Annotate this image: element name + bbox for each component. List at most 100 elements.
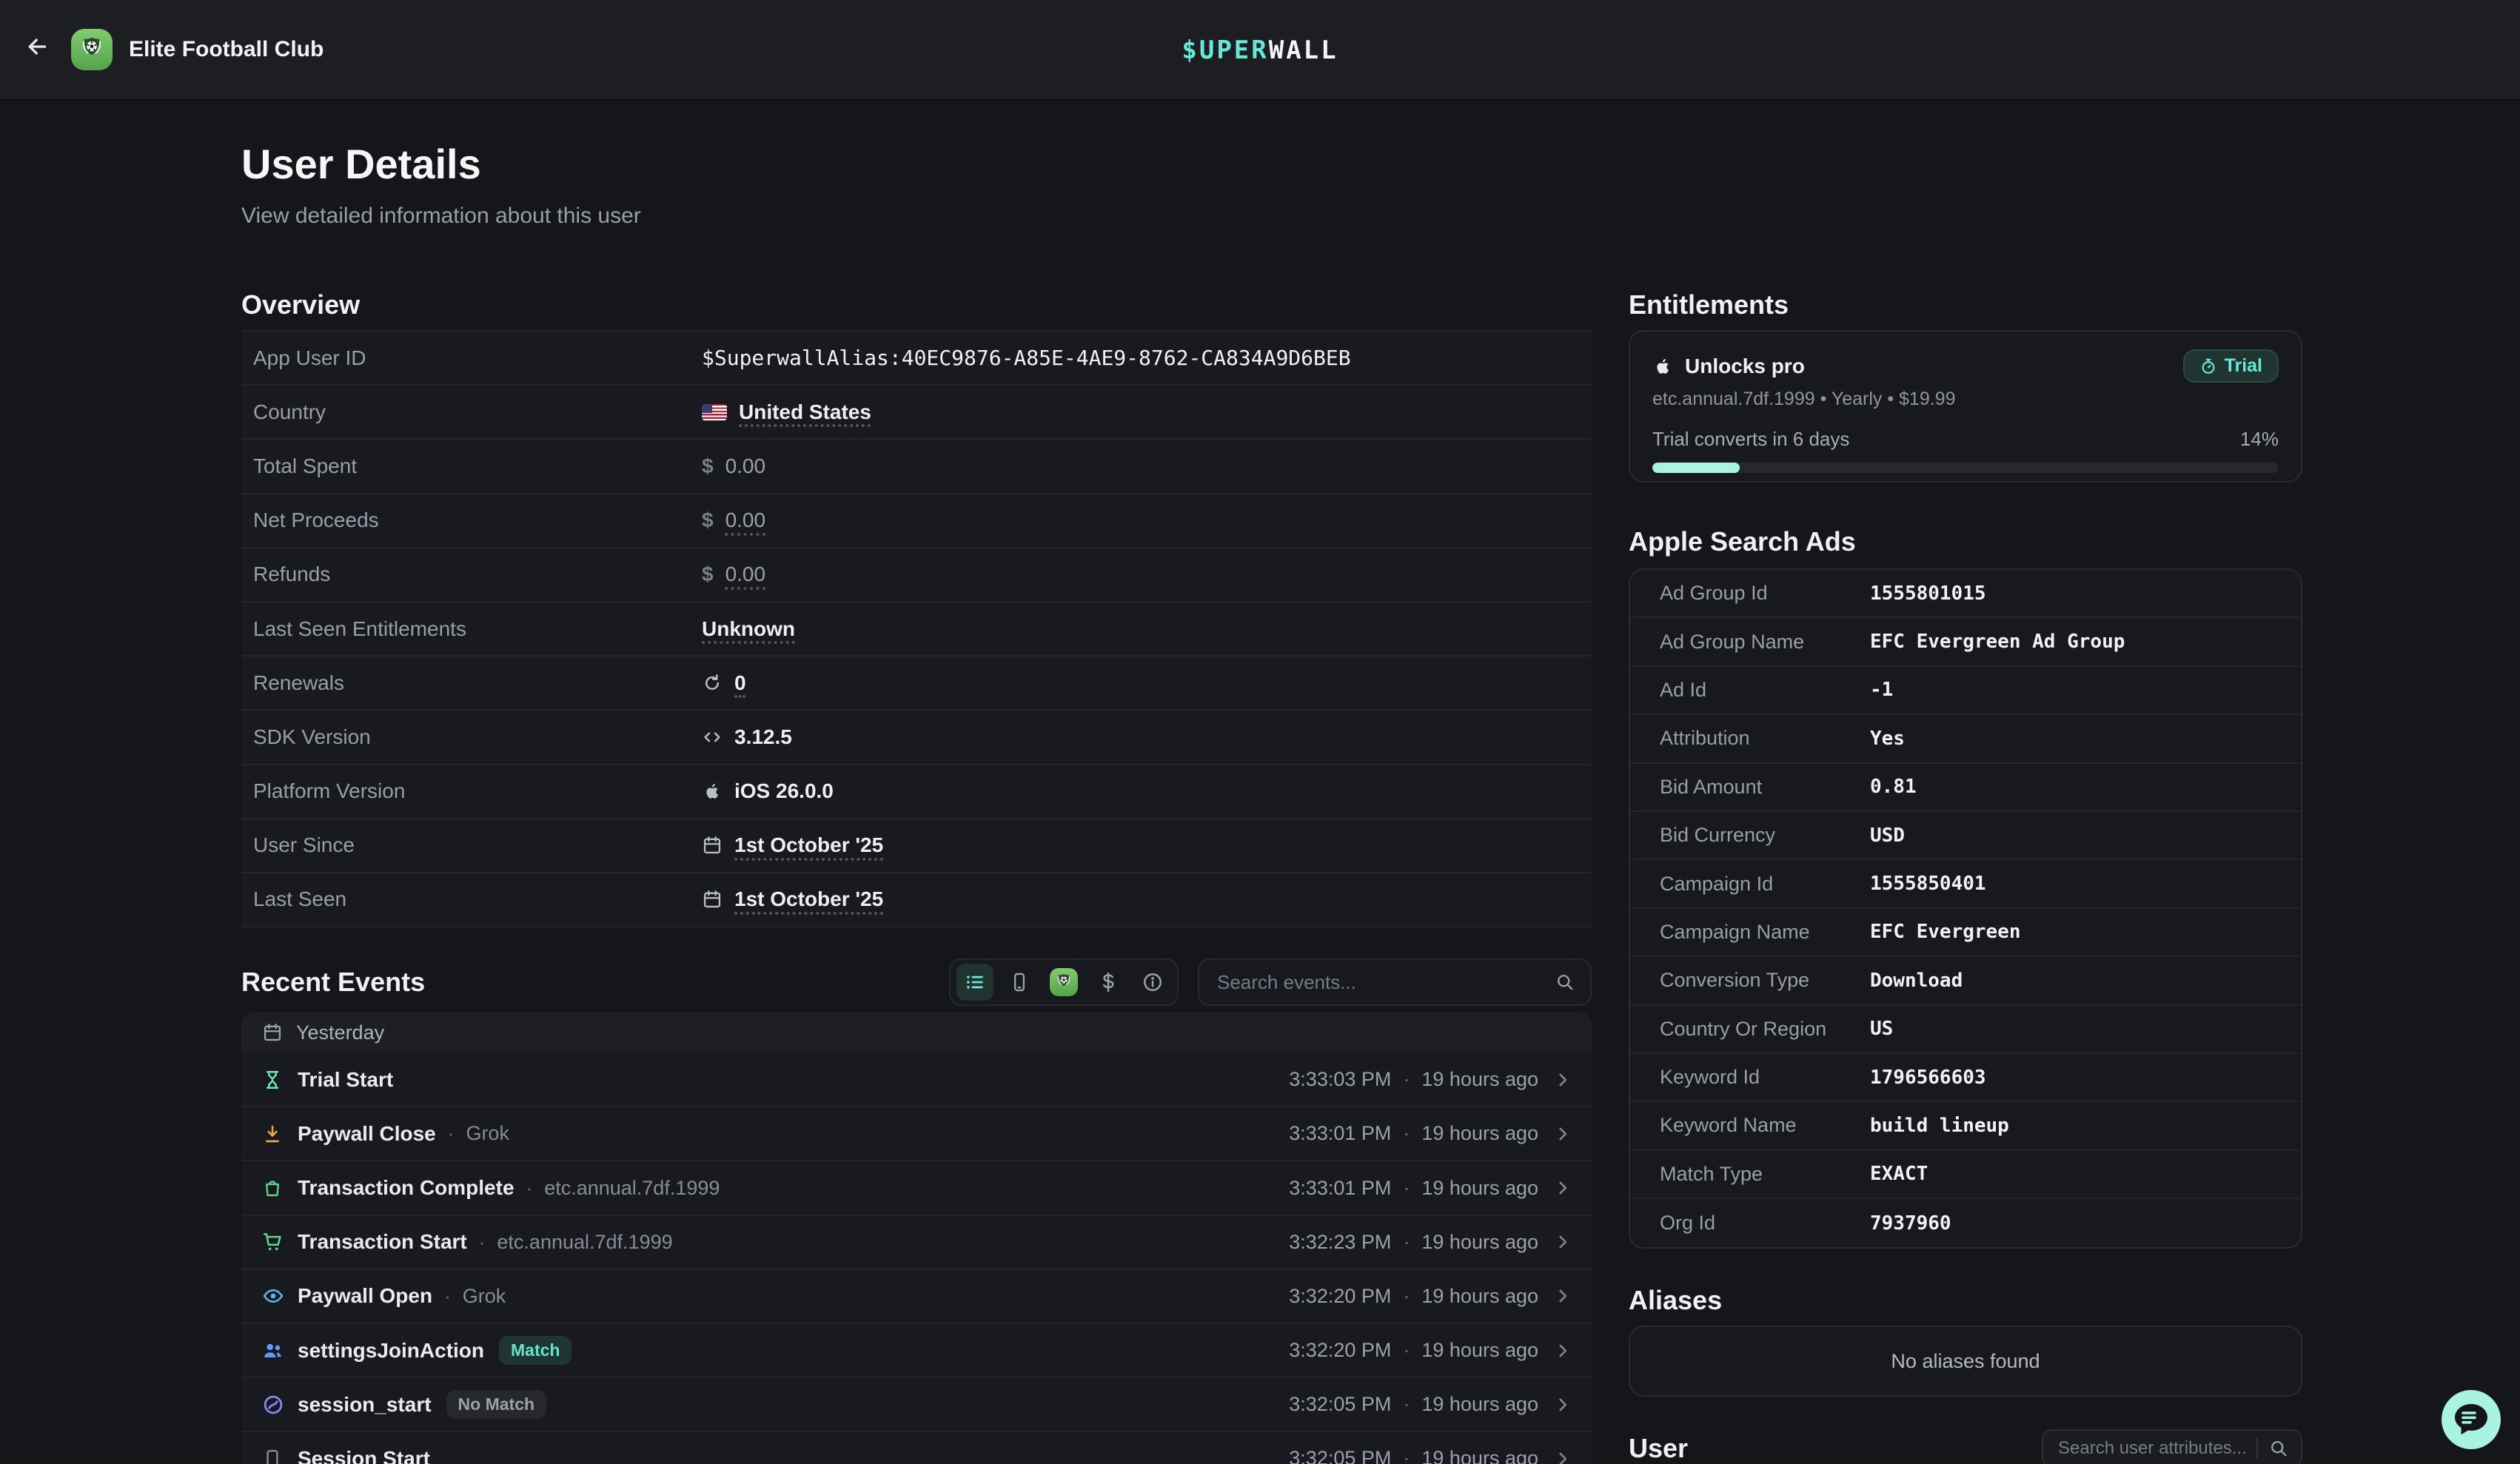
table-row: AttributionYes bbox=[1630, 715, 2301, 763]
row-label: Attribution bbox=[1660, 727, 1870, 750]
row-label: Match Type bbox=[1660, 1163, 1870, 1186]
row-label: SDK Version bbox=[253, 725, 702, 749]
row-value-text[interactable]: United States bbox=[739, 400, 871, 424]
chevron-right-icon bbox=[1553, 1341, 1572, 1360]
row-value: build lineup bbox=[1870, 1115, 2009, 1137]
chevron-right-icon bbox=[1553, 1395, 1572, 1414]
event-row[interactable]: Paywall Close·Grok3:33:01 PM·19 hours ag… bbox=[241, 1107, 1592, 1161]
event-row[interactable]: Transaction Start·etc.annual.7df.19993:3… bbox=[241, 1216, 1592, 1270]
event-detail: etc.annual.7df.1999 bbox=[544, 1177, 720, 1200]
overview-heading: Overview bbox=[241, 289, 1592, 321]
event-name: Paywall Close bbox=[298, 1122, 436, 1146]
row-value-text[interactable]: 1st October '25 bbox=[734, 833, 883, 857]
revenue-filter-button[interactable] bbox=[1090, 964, 1127, 1001]
separator-dot: · bbox=[1403, 1068, 1410, 1091]
row-value: $0.00 bbox=[702, 508, 765, 532]
main-column: User Details View detailed information a… bbox=[241, 0, 1592, 1464]
calendar-icon bbox=[702, 889, 723, 910]
event-time: 3:33:01 PM bbox=[1289, 1177, 1391, 1200]
table-row: Campaign NameEFC Evergreen bbox=[1630, 909, 2301, 957]
row-label: Campaign Id bbox=[1660, 873, 1870, 896]
row-value: 1555850401 bbox=[1870, 873, 1986, 895]
events-search-input[interactable] bbox=[1214, 970, 1555, 995]
row-value: Unknown bbox=[702, 617, 795, 641]
entitlement-card: Unlocks pro Trial etc.annual.7df.1999 • … bbox=[1629, 330, 2302, 483]
hourglass-icon bbox=[262, 1070, 295, 1090]
event-row[interactable]: Transaction Complete·etc.annual.7df.1999… bbox=[241, 1161, 1592, 1215]
table-row: Ad Group NameEFC Evergreen Ad Group bbox=[1630, 618, 2301, 666]
event-meta: 3:32:20 PM·19 hours ago bbox=[1289, 1285, 1572, 1308]
event-name: session_start bbox=[298, 1393, 432, 1417]
event-row[interactable]: Session Start3:32:05 PM·19 hours ago bbox=[241, 1432, 1592, 1464]
row-value: 0 bbox=[702, 671, 746, 695]
chevron-right-icon bbox=[1553, 1286, 1572, 1306]
table-row: Campaign Id1555850401 bbox=[1630, 860, 2301, 908]
row-label: Last Seen Entitlements bbox=[253, 617, 702, 641]
apple-search-ads-heading: Apple Search Ads bbox=[1629, 526, 2302, 558]
table-row: Bid CurrencyUSD bbox=[1630, 812, 2301, 860]
table-row: Total Spent$0.00 bbox=[241, 440, 1592, 494]
row-value-text[interactable]: 0 bbox=[734, 671, 746, 695]
app-filter-button[interactable] bbox=[1045, 964, 1082, 1001]
row-value: USD bbox=[1870, 825, 1905, 847]
row-value-text[interactable]: 0.00 bbox=[725, 563, 766, 586]
row-value-text: 0.00 bbox=[725, 454, 766, 478]
row-value: $0.00 bbox=[702, 454, 765, 478]
event-row[interactable]: Paywall Open·Grok3:32:20 PM·19 hours ago bbox=[241, 1270, 1592, 1324]
separator-dot: · bbox=[448, 1122, 455, 1145]
row-label: Campaign Name bbox=[1660, 921, 1870, 944]
event-relative-time: 19 hours ago bbox=[1421, 1285, 1538, 1308]
timer-icon bbox=[2199, 357, 2217, 375]
events-group-header: Yesterday bbox=[241, 1012, 1592, 1053]
user-attributes-search[interactable] bbox=[2042, 1429, 2302, 1464]
event-meta: 3:33:01 PM·19 hours ago bbox=[1289, 1122, 1572, 1145]
chevron-right-icon bbox=[1553, 1178, 1572, 1198]
events-group-label: Yesterday bbox=[296, 1021, 384, 1044]
event-name: settingsJoinAction bbox=[298, 1339, 484, 1363]
separator-dot: · bbox=[1403, 1339, 1410, 1362]
user-attributes-search-input[interactable] bbox=[2055, 1437, 2251, 1460]
entitlement-name: Unlocks pro bbox=[1685, 355, 1805, 378]
trial-percent: 14% bbox=[2240, 428, 2279, 451]
code-icon bbox=[702, 727, 723, 748]
row-value-text[interactable]: 0.00 bbox=[725, 508, 766, 532]
row-value: 1796566603 bbox=[1870, 1067, 1986, 1089]
list-icon bbox=[964, 971, 986, 993]
row-label: Ad Group Name bbox=[1660, 631, 1870, 654]
event-relative-time: 19 hours ago bbox=[1421, 1339, 1538, 1362]
recent-events-heading: Recent Events bbox=[241, 967, 425, 998]
event-time: 3:32:05 PM bbox=[1289, 1447, 1391, 1464]
event-detail: etc.annual.7df.1999 bbox=[497, 1231, 672, 1254]
event-nomatch-badge: No Match bbox=[446, 1390, 547, 1419]
chat-widget-button[interactable] bbox=[2442, 1390, 2501, 1449]
table-row: Conversion TypeDownload bbox=[1630, 957, 2301, 1005]
back-button[interactable] bbox=[12, 24, 62, 75]
row-value-text[interactable]: 1st October '25 bbox=[734, 887, 883, 911]
event-row[interactable]: session_startNo Match3:32:05 PM·19 hours… bbox=[241, 1378, 1592, 1432]
row-label: Bid Amount bbox=[1660, 776, 1870, 799]
table-row: Keyword Id1796566603 bbox=[1630, 1054, 2301, 1102]
list-view-button[interactable] bbox=[956, 964, 993, 1001]
currency-icon: $ bbox=[702, 454, 714, 478]
device-icon bbox=[262, 1448, 295, 1464]
bag-icon bbox=[262, 1178, 295, 1198]
table-row: Last Seen1st October '25 bbox=[241, 873, 1592, 927]
trial-badge: Trial bbox=[2183, 349, 2279, 383]
row-value-text[interactable]: Unknown bbox=[702, 617, 795, 641]
user-heading: User bbox=[1629, 1432, 1688, 1464]
device-view-button[interactable] bbox=[1001, 964, 1038, 1001]
event-row[interactable]: settingsJoinActionMatch3:32:20 PM·19 hou… bbox=[241, 1324, 1592, 1378]
row-value-text: 3.12.5 bbox=[734, 725, 792, 749]
event-meta: 3:32:05 PM·19 hours ago bbox=[1289, 1447, 1572, 1464]
event-name: Trial Start bbox=[298, 1068, 393, 1092]
events-search[interactable] bbox=[1198, 958, 1592, 1006]
table-row: Ad Id-1 bbox=[1630, 667, 2301, 715]
row-label: Country bbox=[253, 400, 702, 424]
search-divider bbox=[2256, 1438, 2258, 1459]
info-filter-button[interactable] bbox=[1134, 964, 1171, 1001]
row-value: 1st October '25 bbox=[702, 833, 883, 857]
event-row[interactable]: Trial Start3:33:03 PM·19 hours ago bbox=[241, 1053, 1592, 1107]
row-label: Renewals bbox=[253, 671, 702, 695]
trial-progress-bar bbox=[1652, 463, 2279, 473]
page-subtitle: View detailed information about this use… bbox=[241, 201, 1592, 231]
